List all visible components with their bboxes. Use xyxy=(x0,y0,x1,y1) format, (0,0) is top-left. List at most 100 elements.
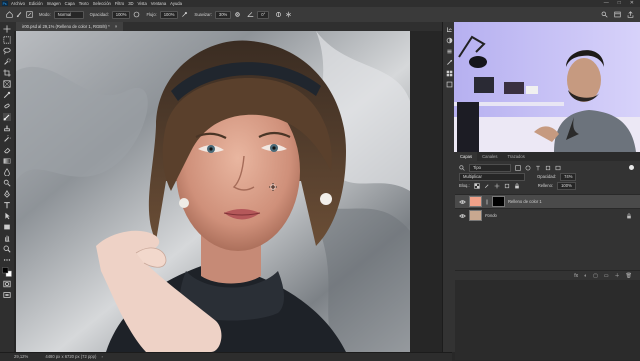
brush-preset-icon[interactable] xyxy=(16,11,23,18)
layer-row-color-fill[interactable]: Relleno de color 1 xyxy=(455,194,640,208)
type-tool-icon[interactable] xyxy=(3,201,11,209)
menu-vista[interactable]: Vista xyxy=(138,1,147,6)
opacity-field[interactable]: 100% xyxy=(111,10,131,19)
filter-pixel-icon[interactable] xyxy=(515,164,521,171)
menu-texto[interactable]: Texto xyxy=(79,1,89,6)
brush-settings-panel-icon[interactable] xyxy=(446,59,453,66)
menu-imagen[interactable]: Imagen xyxy=(47,1,61,6)
crop-tool-icon[interactable] xyxy=(3,69,11,77)
maximize-button[interactable]: □ xyxy=(618,0,621,6)
frame-tool-icon[interactable] xyxy=(3,80,11,88)
quick-select-tool-icon[interactable] xyxy=(3,58,11,66)
pressure-opacity-icon[interactable] xyxy=(133,11,140,18)
history-brush-tool-icon[interactable] xyxy=(3,135,11,143)
minimize-button[interactable]: — xyxy=(604,0,609,6)
mode-select[interactable]: Normal xyxy=(53,10,84,19)
layer-row-background[interactable]: Fondo xyxy=(455,208,640,222)
delete-layer-icon[interactable]: 🗑 xyxy=(626,273,632,279)
tab-trazados[interactable]: Trazados xyxy=(502,152,529,161)
clone-stamp-tool-icon[interactable] xyxy=(3,124,11,132)
pen-tool-icon[interactable] xyxy=(3,190,11,198)
filter-adjustment-icon[interactable] xyxy=(525,165,531,171)
close-window-button[interactable]: ✕ xyxy=(630,0,634,6)
lasso-tool-icon[interactable] xyxy=(3,47,11,55)
menu-seleccion[interactable]: Selección xyxy=(93,1,111,6)
history-panel-icon[interactable] xyxy=(446,26,453,33)
lock-artboard-icon[interactable] xyxy=(504,183,510,189)
healing-brush-tool-icon[interactable] xyxy=(3,102,11,110)
new-group-icon[interactable]: ▭ xyxy=(604,273,609,279)
menu-ayuda[interactable]: Ayuda xyxy=(170,1,182,6)
path-selection-tool-icon[interactable] xyxy=(3,212,11,220)
layer-name[interactable]: Fondo xyxy=(485,213,497,218)
tab-capas[interactable]: Capas xyxy=(455,152,478,161)
add-mask-icon[interactable]: ▢ xyxy=(593,273,598,279)
layer-mask-thumbnail[interactable] xyxy=(492,196,505,207)
swatches-panel-icon[interactable] xyxy=(446,70,453,77)
link-layers-icon[interactable]: fx xyxy=(574,273,578,279)
libraries-panel-icon[interactable] xyxy=(446,81,453,88)
share-icon[interactable] xyxy=(627,11,634,18)
filter-type-icon[interactable] xyxy=(535,165,541,171)
fill-field[interactable]: 100% xyxy=(557,181,576,190)
lock-pixels-icon[interactable] xyxy=(484,183,490,189)
screen-mode-icon[interactable] xyxy=(3,291,11,299)
brush-settings-icon[interactable] xyxy=(26,11,33,18)
lock-transparency-icon[interactable] xyxy=(474,182,480,189)
eye-icon[interactable] xyxy=(459,213,466,219)
adjustments-panel-icon[interactable] xyxy=(446,37,453,44)
symmetry-icon[interactable] xyxy=(285,11,292,18)
menu-ventana[interactable]: Ventana xyxy=(151,1,166,6)
foreground-background-color-icon[interactable] xyxy=(2,267,12,277)
eraser-tool-icon[interactable] xyxy=(3,146,11,154)
lock-all-icon[interactable] xyxy=(514,182,520,189)
status-menu-icon[interactable]: › xyxy=(102,354,103,359)
menu-filtro[interactable]: Filtro xyxy=(115,1,124,6)
home-icon[interactable] xyxy=(6,11,13,18)
tab-canales[interactable]: Canales xyxy=(477,152,502,161)
filter-toggle[interactable] xyxy=(629,165,634,170)
hand-tool-icon[interactable] xyxy=(3,234,11,242)
portrait-photo xyxy=(16,31,410,352)
properties-panel-icon[interactable] xyxy=(446,48,453,55)
menu-3d[interactable]: 3D xyxy=(128,1,133,6)
angle-field[interactable]: 0° xyxy=(257,10,270,19)
layer-name[interactable]: Relleno de color 1 xyxy=(508,199,542,204)
eye-icon[interactable] xyxy=(459,199,466,205)
new-fill-adjustment-icon[interactable]: ◐ xyxy=(584,273,587,279)
gear-icon[interactable] xyxy=(234,11,241,18)
gradient-tool-icon[interactable] xyxy=(3,157,11,165)
edit-toolbar-icon[interactable] xyxy=(3,256,11,264)
brush-tool-icon[interactable] xyxy=(3,113,11,121)
rectangle-tool-icon[interactable] xyxy=(3,223,11,231)
eyedropper-tool-icon[interactable] xyxy=(3,91,11,99)
search-icon[interactable] xyxy=(601,11,608,18)
menu-edicion[interactable]: Edición xyxy=(29,1,43,6)
lock-position-icon[interactable] xyxy=(494,183,500,189)
zoom-tool-icon[interactable] xyxy=(3,245,11,253)
airbrush-icon[interactable] xyxy=(181,11,188,18)
close-document-button[interactable]: × xyxy=(115,24,117,29)
document-info[interactable]: 4480 px x 6720 px (72 ppp) xyxy=(45,354,96,359)
filter-shape-icon[interactable] xyxy=(545,165,551,171)
blend-mode-select[interactable]: Multiplicar xyxy=(459,172,525,181)
layer-opacity-field[interactable]: 74% xyxy=(560,172,577,181)
pressure-size-icon[interactable] xyxy=(275,11,282,18)
flow-field[interactable]: 100% xyxy=(159,10,179,19)
link-icon[interactable] xyxy=(485,199,489,205)
filter-smart-object-icon[interactable] xyxy=(555,165,561,171)
workspace-icon[interactable] xyxy=(614,11,621,18)
dodge-tool-icon[interactable] xyxy=(3,179,11,187)
smoothing-field[interactable]: 30% xyxy=(214,10,232,19)
menu-archivo[interactable]: Archivo xyxy=(11,1,25,6)
document-tab[interactable]: ir00.psd al 29,1% (Relleno de color 1, R… xyxy=(16,22,124,31)
menu-capa[interactable]: Capa xyxy=(65,1,75,6)
canvas-image[interactable] xyxy=(16,31,410,352)
move-tool-icon[interactable] xyxy=(3,25,11,33)
blur-tool-icon[interactable] xyxy=(3,168,11,176)
zoom-level[interactable]: 29,12% xyxy=(14,354,28,359)
marquee-tool-icon[interactable] xyxy=(3,36,11,44)
new-layer-icon[interactable]: ＋ xyxy=(615,272,620,279)
quick-mask-icon[interactable] xyxy=(3,280,11,288)
layer-filter-select[interactable]: Tipo xyxy=(469,163,511,172)
